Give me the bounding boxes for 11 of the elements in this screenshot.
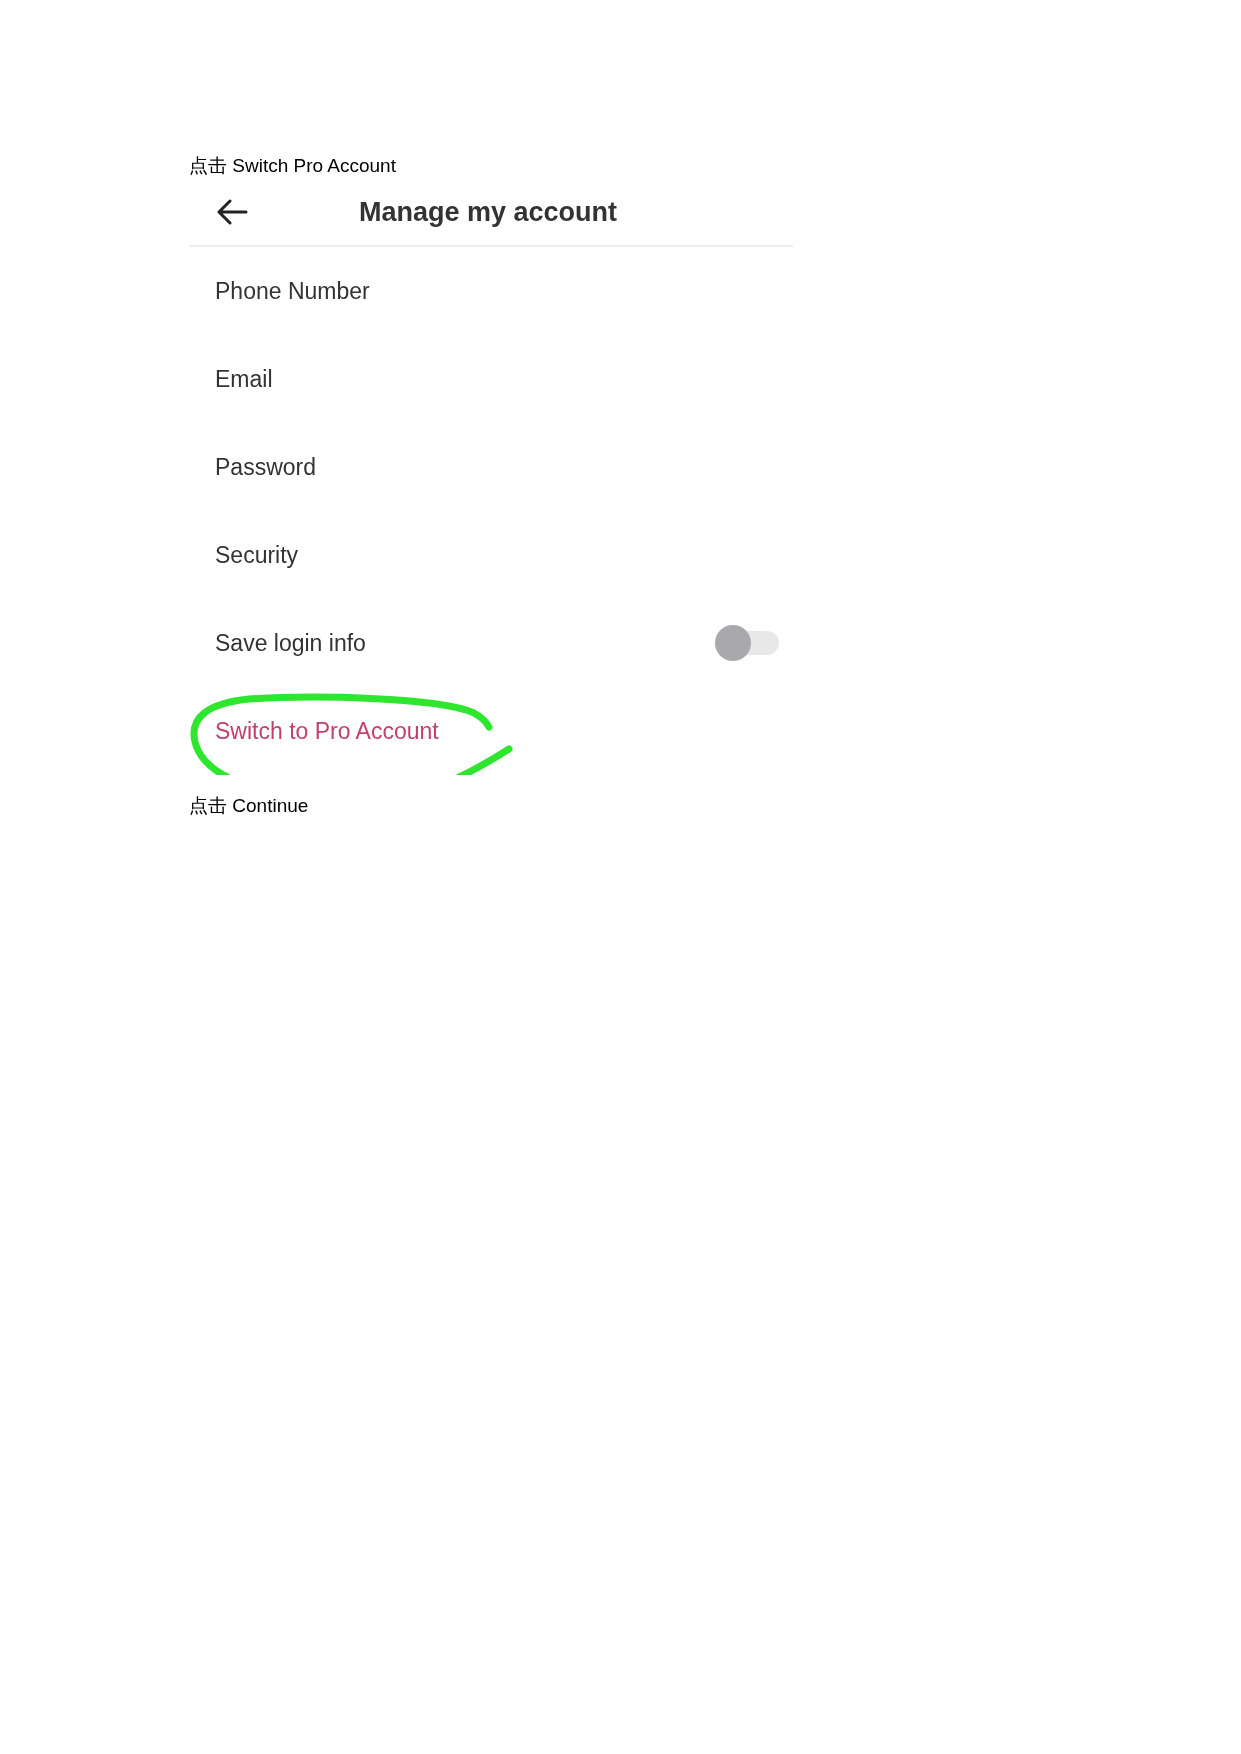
instruction-caption: 点击 Continue [189,795,309,816]
menu-item[interactable]: Phone Number [215,273,370,309]
instruction-caption: 点击 Switch Pro Account [189,155,396,176]
toggle-switch[interactable] [715,625,779,661]
menu-item[interactable]: Password [215,449,316,485]
link[interactable]: Switch to Pro Account [215,713,439,749]
menu-item[interactable]: Security [215,537,299,573]
screen-title: Manage my account [359,195,618,229]
setting-label: Save login info [215,628,366,658]
back-arrow-icon [216,199,248,225]
menu-item[interactable]: Email [215,361,273,397]
